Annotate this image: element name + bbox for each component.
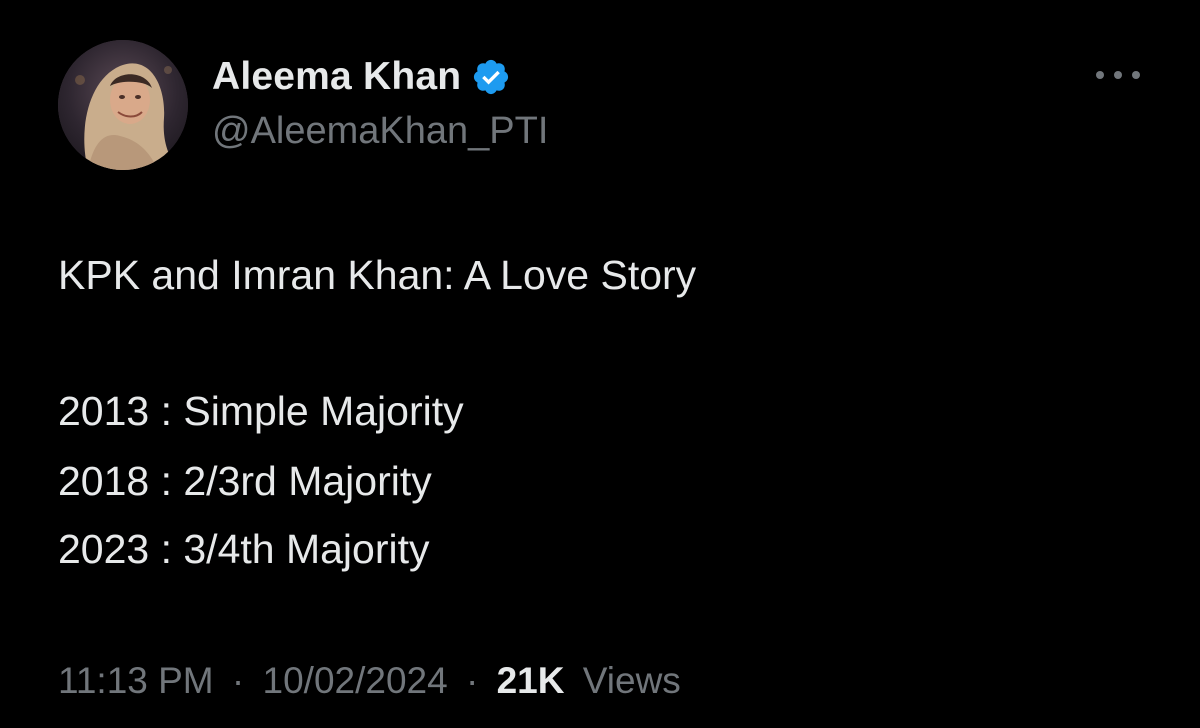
- author-handle[interactable]: @AleemaKhan_PTI: [212, 110, 548, 153]
- avatar[interactable]: [58, 40, 188, 170]
- views-label[interactable]: Views: [583, 660, 681, 701]
- tweet-meta: 11:13 PM · 10/02/2024 · 21K Views: [58, 660, 681, 702]
- views-count[interactable]: 21K: [497, 660, 565, 701]
- meta-separator: ·: [231, 660, 245, 701]
- tweet-text-line: KPK and Imran Khan: A Love Story: [58, 252, 697, 298]
- more-dot: [1132, 71, 1140, 79]
- tweet-text-line: 2023 : 3/4th Majority: [58, 526, 430, 572]
- tweet-date[interactable]: 10/02/2024: [263, 660, 448, 701]
- meta-separator: ·: [465, 660, 479, 701]
- tweet-card: Aleema Khan @AleemaKhan_PTI KPK and Imra…: [0, 0, 1200, 728]
- author-display-name[interactable]: Aleema Khan: [212, 55, 461, 99]
- verified-badge-icon[interactable]: [471, 57, 511, 97]
- avatar-photo: [58, 40, 188, 170]
- more-dot: [1114, 71, 1122, 79]
- author-name-row: Aleema Khan: [212, 52, 511, 102]
- tweet-time[interactable]: 11:13 PM: [58, 660, 214, 701]
- more-options-icon[interactable]: [1096, 60, 1140, 90]
- more-dot: [1096, 71, 1104, 79]
- tweet-text-line: 2013 : Simple Majority: [58, 388, 464, 434]
- tweet-text-line: 2018 : 2/3rd Majority: [58, 458, 432, 504]
